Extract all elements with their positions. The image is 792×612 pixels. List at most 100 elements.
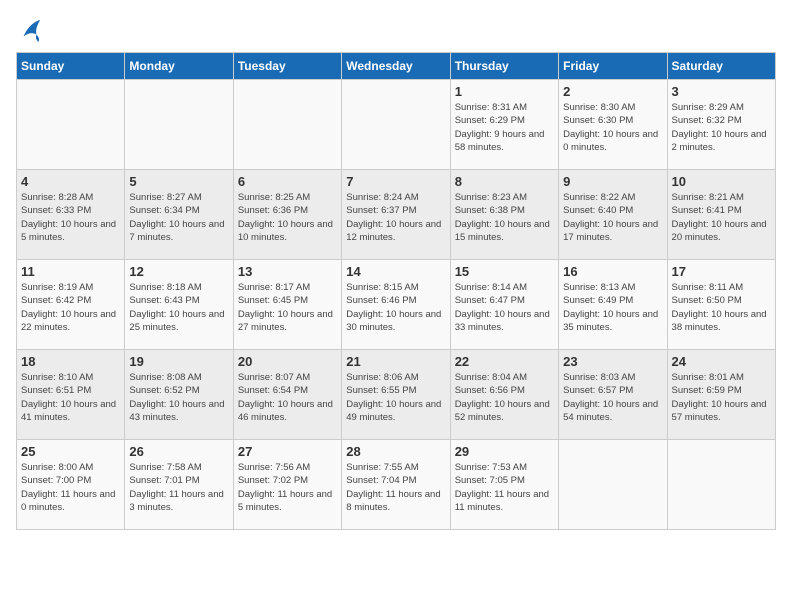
day-detail: Sunrise: 8:04 AM Sunset: 6:56 PM Dayligh… xyxy=(455,371,554,424)
week-row-3: 11Sunrise: 8:19 AM Sunset: 6:42 PM Dayli… xyxy=(17,260,776,350)
week-row-5: 25 Sunrise: 8:00 AM Sunset: 7:00 PM Dayli… xyxy=(17,440,776,530)
calendar-cell: 8 Sunrise: 8:23 AM Sunset: 6:38 PM Daylig… xyxy=(450,170,558,260)
col-header-sunday: Sunday xyxy=(17,53,125,80)
calendar-cell: 17 Sunrise: 8:11 AM Sunset: 6:50 PM Dayli… xyxy=(667,260,775,350)
calendar-cell: 28 Sunrise: 7:55 AM Sunset: 7:04 PM Dayli… xyxy=(342,440,450,530)
day-number: 7 xyxy=(346,174,445,189)
calendar-cell: 3 Sunrise: 8:29 AM Sunset: 6:32 PM Daylig… xyxy=(667,80,775,170)
day-detail: Sunrise: 8:06 AM Sunset: 6:55 PM Dayligh… xyxy=(346,371,445,424)
day-detail: Sunrise: 8:31 AM Sunset: 6:29 PM Dayligh… xyxy=(455,101,554,154)
calendar-cell: 27 Sunrise: 7:56 AM Sunset: 7:02 PM Dayli… xyxy=(233,440,341,530)
col-header-friday: Friday xyxy=(559,53,667,80)
col-header-saturday: Saturday xyxy=(667,53,775,80)
day-number: 27 xyxy=(238,444,337,459)
day-detail: Sunrise: 8:00 AM Sunset: 7:00 PM Dayligh… xyxy=(21,461,120,514)
day-detail: Sunrise: 7:56 AM Sunset: 7:02 PM Dayligh… xyxy=(238,461,337,514)
day-detail: Sunrise: 8:23 AM Sunset: 6:38 PM Dayligh… xyxy=(455,191,554,244)
logo-icon xyxy=(16,16,44,44)
calendar-cell: 22 Sunrise: 8:04 AM Sunset: 6:56 PM Dayli… xyxy=(450,350,558,440)
day-number: 14 xyxy=(346,264,445,279)
day-detail: Sunrise: 8:30 AM Sunset: 6:30 PM Dayligh… xyxy=(563,101,662,154)
day-detail: Sunrise: 8:27 AM Sunset: 6:34 PM Dayligh… xyxy=(129,191,228,244)
day-detail: Sunrise: 8:25 AM Sunset: 6:36 PM Dayligh… xyxy=(238,191,337,244)
calendar-cell: 23 Sunrise: 8:03 AM Sunset: 6:57 PM Dayli… xyxy=(559,350,667,440)
day-number: 2 xyxy=(563,84,662,99)
day-number: 18 xyxy=(21,354,120,369)
calendar-cell: 26 Sunrise: 7:58 AM Sunset: 7:01 PM Dayli… xyxy=(125,440,233,530)
calendar-cell: 18 Sunrise: 8:10 AM Sunset: 6:51 PM Dayli… xyxy=(17,350,125,440)
calendar-cell: 2 Sunrise: 8:30 AM Sunset: 6:30 PM Daylig… xyxy=(559,80,667,170)
day-number: 6 xyxy=(238,174,337,189)
day-number: 15 xyxy=(455,264,554,279)
calendar-table: SundayMondayTuesdayWednesdayThursdayFrid… xyxy=(16,52,776,530)
day-detail: Sunrise: 8:08 AM Sunset: 6:52 PM Dayligh… xyxy=(129,371,228,424)
day-number: 17 xyxy=(672,264,771,279)
calendar-cell xyxy=(559,440,667,530)
day-number: 13 xyxy=(238,264,337,279)
day-number: 19 xyxy=(129,354,228,369)
day-number: 4 xyxy=(21,174,120,189)
day-detail: Sunrise: 8:24 AM Sunset: 6:37 PM Dayligh… xyxy=(346,191,445,244)
day-number: 21 xyxy=(346,354,445,369)
day-detail: Sunrise: 8:14 AM Sunset: 6:47 PM Dayligh… xyxy=(455,281,554,334)
day-number: 3 xyxy=(672,84,771,99)
calendar-cell: 21 Sunrise: 8:06 AM Sunset: 6:55 PM Dayli… xyxy=(342,350,450,440)
day-number: 8 xyxy=(455,174,554,189)
logo xyxy=(16,16,48,44)
day-detail: Sunrise: 8:17 AM Sunset: 6:45 PM Dayligh… xyxy=(238,281,337,334)
day-number: 28 xyxy=(346,444,445,459)
calendar-cell: 1Sunrise: 8:31 AM Sunset: 6:29 PM Daylig… xyxy=(450,80,558,170)
day-detail: Sunrise: 7:58 AM Sunset: 7:01 PM Dayligh… xyxy=(129,461,228,514)
calendar-cell xyxy=(125,80,233,170)
calendar-cell: 10 Sunrise: 8:21 AM Sunset: 6:41 PM Dayli… xyxy=(667,170,775,260)
day-detail: Sunrise: 8:15 AM Sunset: 6:46 PM Dayligh… xyxy=(346,281,445,334)
week-row-1: 1Sunrise: 8:31 AM Sunset: 6:29 PM Daylig… xyxy=(17,80,776,170)
calendar-cell: 29 Sunrise: 7:53 AM Sunset: 7:05 PM Dayli… xyxy=(450,440,558,530)
day-number: 25 xyxy=(21,444,120,459)
day-detail: Sunrise: 8:28 AM Sunset: 6:33 PM Dayligh… xyxy=(21,191,120,244)
day-number: 10 xyxy=(672,174,771,189)
calendar-cell: 16 Sunrise: 8:13 AM Sunset: 6:49 PM Dayli… xyxy=(559,260,667,350)
week-row-2: 4 Sunrise: 8:28 AM Sunset: 6:33 PM Daylig… xyxy=(17,170,776,260)
calendar-cell: 15 Sunrise: 8:14 AM Sunset: 6:47 PM Dayli… xyxy=(450,260,558,350)
calendar-cell: 19 Sunrise: 8:08 AM Sunset: 6:52 PM Dayli… xyxy=(125,350,233,440)
day-detail: Sunrise: 8:13 AM Sunset: 6:49 PM Dayligh… xyxy=(563,281,662,334)
calendar-cell: 6 Sunrise: 8:25 AM Sunset: 6:36 PM Daylig… xyxy=(233,170,341,260)
col-header-wednesday: Wednesday xyxy=(342,53,450,80)
day-number: 29 xyxy=(455,444,554,459)
day-detail: Sunrise: 8:07 AM Sunset: 6:54 PM Dayligh… xyxy=(238,371,337,424)
calendar-cell: 24 Sunrise: 8:01 AM Sunset: 6:59 PM Dayli… xyxy=(667,350,775,440)
day-detail: Sunrise: 8:01 AM Sunset: 6:59 PM Dayligh… xyxy=(672,371,771,424)
col-header-tuesday: Tuesday xyxy=(233,53,341,80)
day-number: 16 xyxy=(563,264,662,279)
day-detail: Sunrise: 8:03 AM Sunset: 6:57 PM Dayligh… xyxy=(563,371,662,424)
day-detail: Sunrise: 8:22 AM Sunset: 6:40 PM Dayligh… xyxy=(563,191,662,244)
day-number: 24 xyxy=(672,354,771,369)
day-detail: Sunrise: 8:11 AM Sunset: 6:50 PM Dayligh… xyxy=(672,281,771,334)
calendar-cell xyxy=(342,80,450,170)
col-header-thursday: Thursday xyxy=(450,53,558,80)
page-header xyxy=(16,16,776,44)
day-detail: Sunrise: 8:21 AM Sunset: 6:41 PM Dayligh… xyxy=(672,191,771,244)
day-number: 23 xyxy=(563,354,662,369)
calendar-cell: 7 Sunrise: 8:24 AM Sunset: 6:37 PM Daylig… xyxy=(342,170,450,260)
day-detail: Sunrise: 7:55 AM Sunset: 7:04 PM Dayligh… xyxy=(346,461,445,514)
calendar-cell: 9 Sunrise: 8:22 AM Sunset: 6:40 PM Daylig… xyxy=(559,170,667,260)
calendar-cell: 5 Sunrise: 8:27 AM Sunset: 6:34 PM Daylig… xyxy=(125,170,233,260)
week-row-4: 18 Sunrise: 8:10 AM Sunset: 6:51 PM Dayli… xyxy=(17,350,776,440)
day-number: 11 xyxy=(21,264,120,279)
calendar-cell xyxy=(667,440,775,530)
calendar-cell: 11Sunrise: 8:19 AM Sunset: 6:42 PM Dayli… xyxy=(17,260,125,350)
calendar-cell: 20Sunrise: 8:07 AM Sunset: 6:54 PM Dayli… xyxy=(233,350,341,440)
day-number: 12 xyxy=(129,264,228,279)
day-detail: Sunrise: 7:53 AM Sunset: 7:05 PM Dayligh… xyxy=(455,461,554,514)
calendar-cell: 25 Sunrise: 8:00 AM Sunset: 7:00 PM Dayli… xyxy=(17,440,125,530)
day-number: 26 xyxy=(129,444,228,459)
day-number: 9 xyxy=(563,174,662,189)
day-number: 22 xyxy=(455,354,554,369)
day-detail: Sunrise: 8:10 AM Sunset: 6:51 PM Dayligh… xyxy=(21,371,120,424)
calendar-cell xyxy=(17,80,125,170)
day-detail: Sunrise: 8:29 AM Sunset: 6:32 PM Dayligh… xyxy=(672,101,771,154)
day-number: 5 xyxy=(129,174,228,189)
day-detail: Sunrise: 8:18 AM Sunset: 6:43 PM Dayligh… xyxy=(129,281,228,334)
